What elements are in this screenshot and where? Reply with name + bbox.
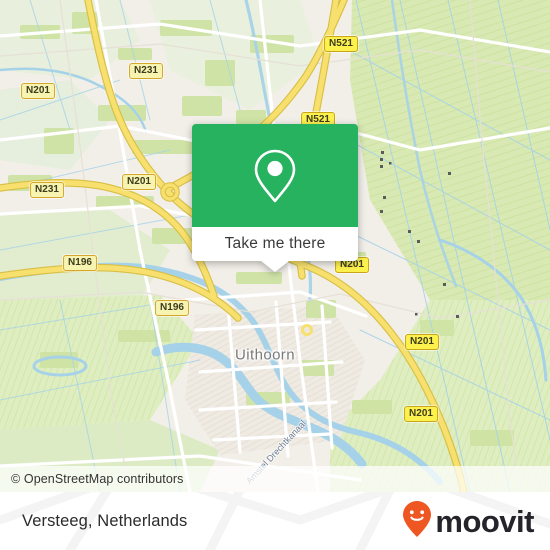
map-pin-icon [253,147,297,205]
road-shield: N201 [21,83,55,99]
moovit-location-card: N201 N231 N231 N201 N196 N196 N521 N521 N201 N201… [0,0,550,550]
road-shield: N231 [30,182,64,198]
callout-header [192,124,358,227]
road-shield: N521 [324,36,358,52]
moovit-brand[interactable]: moovit [402,500,550,543]
place-label: Uithoorn [235,346,295,364]
destination-callout[interactable]: Take me there [192,124,358,272]
map-canvas[interactable]: N201 N231 N231 N201 N196 N196 N521 N521 N201 N201… [0,0,550,492]
road-shield: N196 [155,300,189,316]
take-me-there-label: Take me there [224,235,326,252]
road-shield: N196 [63,255,97,271]
road-shield: N201 [404,406,438,422]
callout-tail [261,261,289,272]
footer-bar: Versteeg, Netherlands moovit [0,492,550,550]
page-title: Versteeg, Netherlands [22,511,188,530]
road-shield: N201 [405,334,439,350]
moovit-wordmark: moovit [435,503,534,539]
map-attribution[interactable]: © OpenStreetMap contributors [0,466,550,492]
take-me-there-button[interactable]: Take me there [192,227,358,261]
road-shield: N231 [129,63,163,79]
attribution-text: © OpenStreetMap contributors [11,472,184,486]
road-shield: N201 [122,174,156,190]
moovit-smiley-pin-icon [402,500,432,543]
